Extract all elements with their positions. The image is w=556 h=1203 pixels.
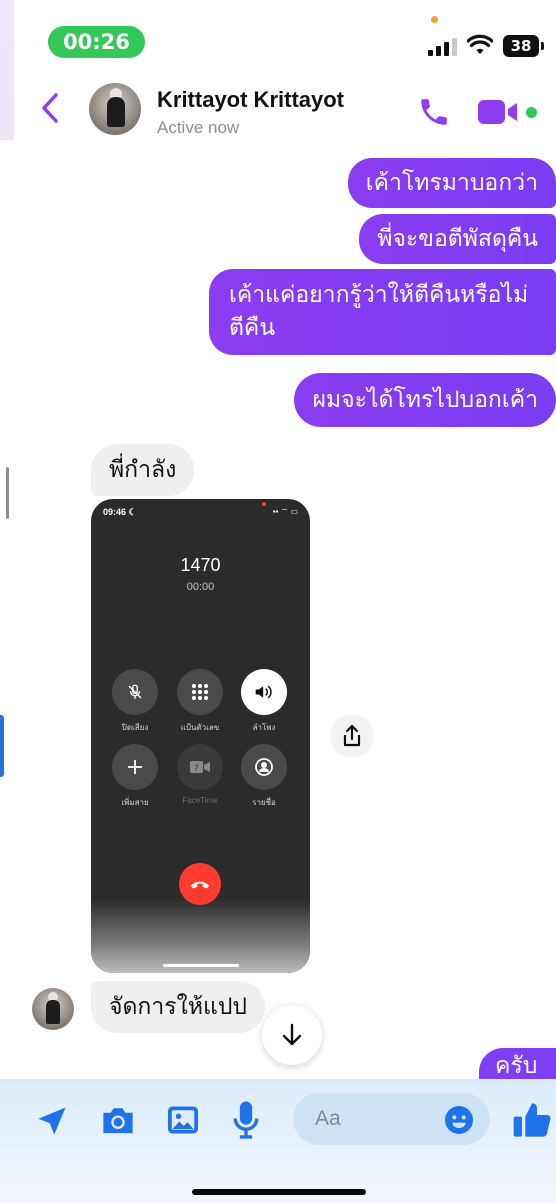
video-call-button[interactable] xyxy=(477,98,521,130)
keypad-label: แป้นตัวเลข xyxy=(180,723,220,732)
sender-avatar[interactable] xyxy=(32,988,74,1030)
call-duration: 00:00 xyxy=(186,581,215,593)
message-bubble-outgoing[interactable]: เค้าแค่อยากรู้ว่าให้ตีคืนหรือไม่ตีคืน xyxy=(209,269,556,355)
contact-name[interactable]: Krittayot Krittayot xyxy=(157,87,344,113)
camera-icon xyxy=(103,1108,133,1134)
privacy-indicator xyxy=(431,16,438,23)
gallery-button[interactable] xyxy=(165,1103,201,1141)
online-indicator xyxy=(526,107,537,118)
message-input[interactable]: Aa xyxy=(293,1093,490,1145)
chat-header: Krittayot Krittayot Active now xyxy=(0,70,556,148)
speaker-icon xyxy=(241,669,287,715)
battery-icon: 38 xyxy=(503,35,544,57)
home-indicator xyxy=(192,1189,366,1195)
emoji-icon xyxy=(445,1106,473,1134)
mute-label: ปิดเสียง xyxy=(121,723,149,732)
recording-dot xyxy=(262,502,266,506)
location-button[interactable] xyxy=(34,1103,70,1143)
keypad-icon xyxy=(177,669,223,715)
thumbs-up-icon xyxy=(513,1103,551,1137)
like-button[interactable] xyxy=(512,1100,552,1144)
svg-text:?: ? xyxy=(194,764,199,774)
photo-icon xyxy=(168,1106,198,1134)
contact-avatar[interactable] xyxy=(89,83,141,135)
shared-image-call-screenshot[interactable]: 09:46 ☾ ▪▪ ⌔ ▭ 1470 00:00 ปิดเสียง แป้นต… xyxy=(91,499,310,973)
message-bubble-outgoing[interactable]: ผมจะได้โทรไปบอกเค้า xyxy=(294,373,556,427)
video-camera-icon xyxy=(478,100,517,124)
message-bubble-incoming[interactable]: พี่กำลัง xyxy=(91,444,195,496)
scroll-to-bottom-button[interactable] xyxy=(262,1005,322,1065)
speaker-label: ลำโพง xyxy=(252,723,276,732)
add-call-icon xyxy=(112,744,158,790)
screenshot-status-time: 09:46 ☾ xyxy=(103,507,137,517)
mute-icon xyxy=(112,669,158,715)
audio-call-button[interactable] xyxy=(417,95,451,133)
presence-status: Active now xyxy=(157,118,240,137)
message-bubble-outgoing[interactable]: เค้าโทรมาบอกว่า xyxy=(347,158,556,208)
screenshot-home-indicator xyxy=(163,964,239,967)
message-composer: Aa xyxy=(0,1079,556,1203)
cellular-signal-icon xyxy=(428,36,457,56)
share-icon xyxy=(343,724,361,747)
phone-icon xyxy=(421,99,447,125)
arrow-down-icon xyxy=(282,1023,302,1046)
end-call-icon xyxy=(179,863,221,905)
facetime-icon: ? xyxy=(177,744,223,790)
add-call-label: เพิ่มสาย xyxy=(121,798,149,807)
back-button[interactable] xyxy=(40,92,60,128)
facetime-label: FaceTime xyxy=(182,796,218,805)
screenshot-footer-blur xyxy=(91,899,310,973)
message-bubble-outgoing[interactable]: พี่จะขอตีพัสดุคืน xyxy=(359,214,556,264)
contacts-label: รายชื่อ xyxy=(252,798,276,807)
chevron-left-icon xyxy=(42,93,58,123)
status-time: 00:26 xyxy=(48,26,145,58)
camera-button[interactable] xyxy=(99,1103,137,1141)
share-button[interactable] xyxy=(330,714,374,758)
contacts-icon xyxy=(241,744,287,790)
message-input-placeholder: Aa xyxy=(315,1107,341,1130)
send-location-icon xyxy=(38,1107,66,1135)
message-bubble-incoming[interactable]: จัดการให้แปป xyxy=(91,981,266,1033)
call-number: 1470 xyxy=(180,555,221,575)
emoji-button[interactable] xyxy=(443,1104,475,1140)
screenshot-status-icons: ▪▪ ⌔ ▭ xyxy=(272,507,298,516)
status-bar: 00:26 38 xyxy=(0,0,556,70)
edge-decoration xyxy=(0,715,4,777)
voice-button[interactable] xyxy=(232,1100,260,1144)
scroll-indicator xyxy=(6,467,9,519)
wifi-icon xyxy=(466,34,494,60)
microphone-icon xyxy=(233,1101,259,1139)
